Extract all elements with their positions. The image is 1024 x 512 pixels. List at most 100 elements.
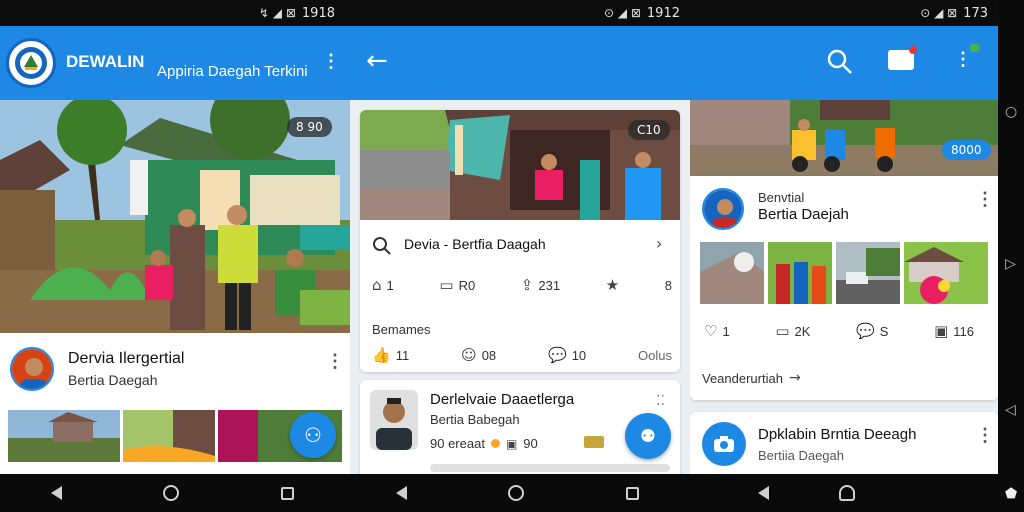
- nav-back-icon[interactable]: [758, 486, 769, 500]
- app-subtitle: Appiria Daegah Terkini: [157, 63, 308, 80]
- chat-dot-icon: [970, 44, 980, 52]
- post-menu-icon[interactable]: ⋮: [976, 426, 994, 444]
- action-like[interactable]: ♡ 1: [704, 322, 730, 340]
- overflow-menu-icon[interactable]: ⋮: [322, 52, 340, 70]
- smile-icon: ☺: [461, 346, 477, 364]
- action-count: R0: [458, 277, 476, 293]
- street-photo: [690, 100, 998, 176]
- nav-bar-right: [690, 474, 998, 512]
- nav-home-icon[interactable]: [508, 485, 525, 501]
- action-star[interactable]: ★: [606, 276, 619, 294]
- app-logo: [6, 38, 56, 88]
- camera-badge-icon[interactable]: [702, 422, 746, 466]
- more-dots-icon[interactable]: ⁚⁚: [656, 392, 665, 409]
- avatar-image: [12, 349, 52, 389]
- like-icon: 👍: [372, 346, 391, 364]
- action-count: 116: [953, 323, 974, 339]
- action-count: 231: [538, 277, 561, 293]
- action-comment[interactable]: ▭ 2K: [775, 322, 810, 340]
- thumb-photo-3[interactable]: [836, 242, 900, 304]
- nav-home-icon[interactable]: [839, 485, 855, 501]
- stat-count: 11: [395, 347, 410, 363]
- home-icon: ⌂: [372, 276, 382, 294]
- post-menu-icon[interactable]: ⋮: [326, 352, 344, 370]
- status-bar-right: ⊙ ◢ ⊠ 173: [690, 0, 998, 26]
- thumb-photo-1[interactable]: [8, 410, 120, 462]
- folder-icon[interactable]: [584, 436, 604, 448]
- chevron-right-icon[interactable]: ›: [656, 234, 662, 253]
- comment-icon: 💬: [548, 346, 567, 364]
- stat-count: 10: [571, 347, 587, 363]
- feed-mid: C10 Devia - Bertfia Daagah › ⌂ 1 ▭ R0 ⇪ 231…: [350, 100, 690, 474]
- stat-count: 08: [481, 347, 497, 363]
- more-link[interactable]: Veanderurtiah →: [702, 370, 801, 386]
- rail-home-icon[interactable]: ⬟: [1005, 486, 1017, 502]
- device-edge: ○ ▷ ◁ ⬟: [998, 0, 1024, 512]
- chat-icon: 💬: [856, 322, 875, 340]
- action-count: S: [879, 323, 889, 339]
- feed-right: 8000 Benvtial Bertia Daejah ⋮ ♡ 1 ▭ 2K 💬…: [690, 100, 998, 474]
- hero-photo[interactable]: [690, 100, 998, 176]
- bottom-divider: [430, 464, 670, 472]
- action-count: 2K: [794, 323, 811, 339]
- back-arrow-icon[interactable]: ←: [366, 46, 388, 76]
- thumb-photo-1[interactable]: [700, 242, 764, 304]
- status-icons: ⊙ ◢ ⊠: [603, 6, 641, 20]
- share-icon: ⇪: [520, 276, 534, 294]
- post-author-name: Dpklabin Brntia Deeagh: [758, 426, 917, 443]
- search-icon[interactable]: [372, 236, 392, 256]
- thumb-photo-2[interactable]: [768, 242, 832, 304]
- thumb-photo-4[interactable]: [904, 242, 988, 304]
- nav-home-icon[interactable]: [163, 485, 180, 501]
- avatar[interactable]: [370, 390, 418, 450]
- avatar[interactable]: [702, 188, 744, 230]
- post-author-subtitle: Bertia Daejah: [758, 206, 849, 223]
- action-home[interactable]: ⌂ 1: [372, 276, 394, 294]
- gallery-fab[interactable]: ⚇: [290, 412, 336, 458]
- photo-count-badge: 8000: [942, 140, 991, 160]
- search-icon[interactable]: [826, 48, 854, 76]
- rail-forward-icon[interactable]: ▷: [1005, 256, 1016, 272]
- post-author-name: Derlelvaie Daaetlerga: [430, 391, 575, 408]
- emblem-icon: [15, 47, 47, 79]
- rail-circle-icon[interactable]: ○: [1005, 104, 1017, 120]
- avatar[interactable]: [10, 347, 54, 391]
- post-actions: ♡ 1 ▭ 2K 💬 S ▣ 116: [704, 322, 974, 340]
- stat-more[interactable]: Oolus: [638, 348, 672, 363]
- like-icon: ♡: [704, 322, 718, 340]
- action-chat[interactable]: 💬 S: [856, 322, 888, 340]
- star-icon: ★: [605, 276, 620, 294]
- notification-icon[interactable]: [888, 46, 917, 70]
- post-card: C10 Devia - Bertfia Daagah › ⌂ 1 ▭ R0 ⇪ 231…: [360, 110, 680, 372]
- photo-count-badge: 8 90: [287, 117, 332, 137]
- post-actions: ⌂ 1 ▭ R0 ⇪ 231 ★ 8: [372, 276, 672, 294]
- post-stats: 👍 11 ☺ 08 💬 10 Oolus: [372, 346, 672, 364]
- rail-back-icon[interactable]: ◁: [1005, 402, 1016, 418]
- post-author-name: Benvtial: [758, 190, 805, 205]
- action-count: 1: [386, 277, 394, 293]
- post-author-name: Dervia Ilergertial: [68, 350, 185, 367]
- nav-recents-icon[interactable]: [281, 486, 295, 500]
- nav-bar-left: [0, 474, 345, 512]
- action-share[interactable]: ⇪ 231: [521, 276, 560, 294]
- stat-like[interactable]: 👍 11: [372, 346, 409, 364]
- action-views[interactable]: ▣ 116: [934, 322, 974, 340]
- status-icons: ⊙ ◢ ⊠: [920, 6, 958, 20]
- action-more[interactable]: 8: [665, 278, 672, 293]
- feed-left: 8 90 Dervia Ilergertial Bertia Daegah ⋮ …: [0, 100, 350, 474]
- post-menu-icon[interactable]: ⋮: [976, 190, 994, 208]
- compose-fab[interactable]: ⚉: [625, 413, 671, 459]
- action-comment[interactable]: ▭ R0: [439, 276, 475, 294]
- post-meta: 90 ereaat ▣ 90: [430, 436, 538, 451]
- nav-back-icon[interactable]: [50, 486, 62, 500]
- nav-back-icon[interactable]: [395, 486, 407, 500]
- people-icon: ⚉: [639, 425, 657, 447]
- action-count: 8: [664, 277, 672, 293]
- stat-comment[interactable]: 💬 10: [548, 346, 586, 364]
- thumb-photo-2[interactable]: [123, 410, 215, 462]
- nav-recents-icon[interactable]: [626, 486, 640, 500]
- share-icon: ⚇: [304, 423, 322, 447]
- overflow-menu-icon[interactable]: ⋮: [954, 50, 972, 68]
- stat-reaction[interactable]: ☺ 08: [461, 346, 496, 364]
- post-title[interactable]: Devia - Bertfia Daagah: [404, 236, 546, 252]
